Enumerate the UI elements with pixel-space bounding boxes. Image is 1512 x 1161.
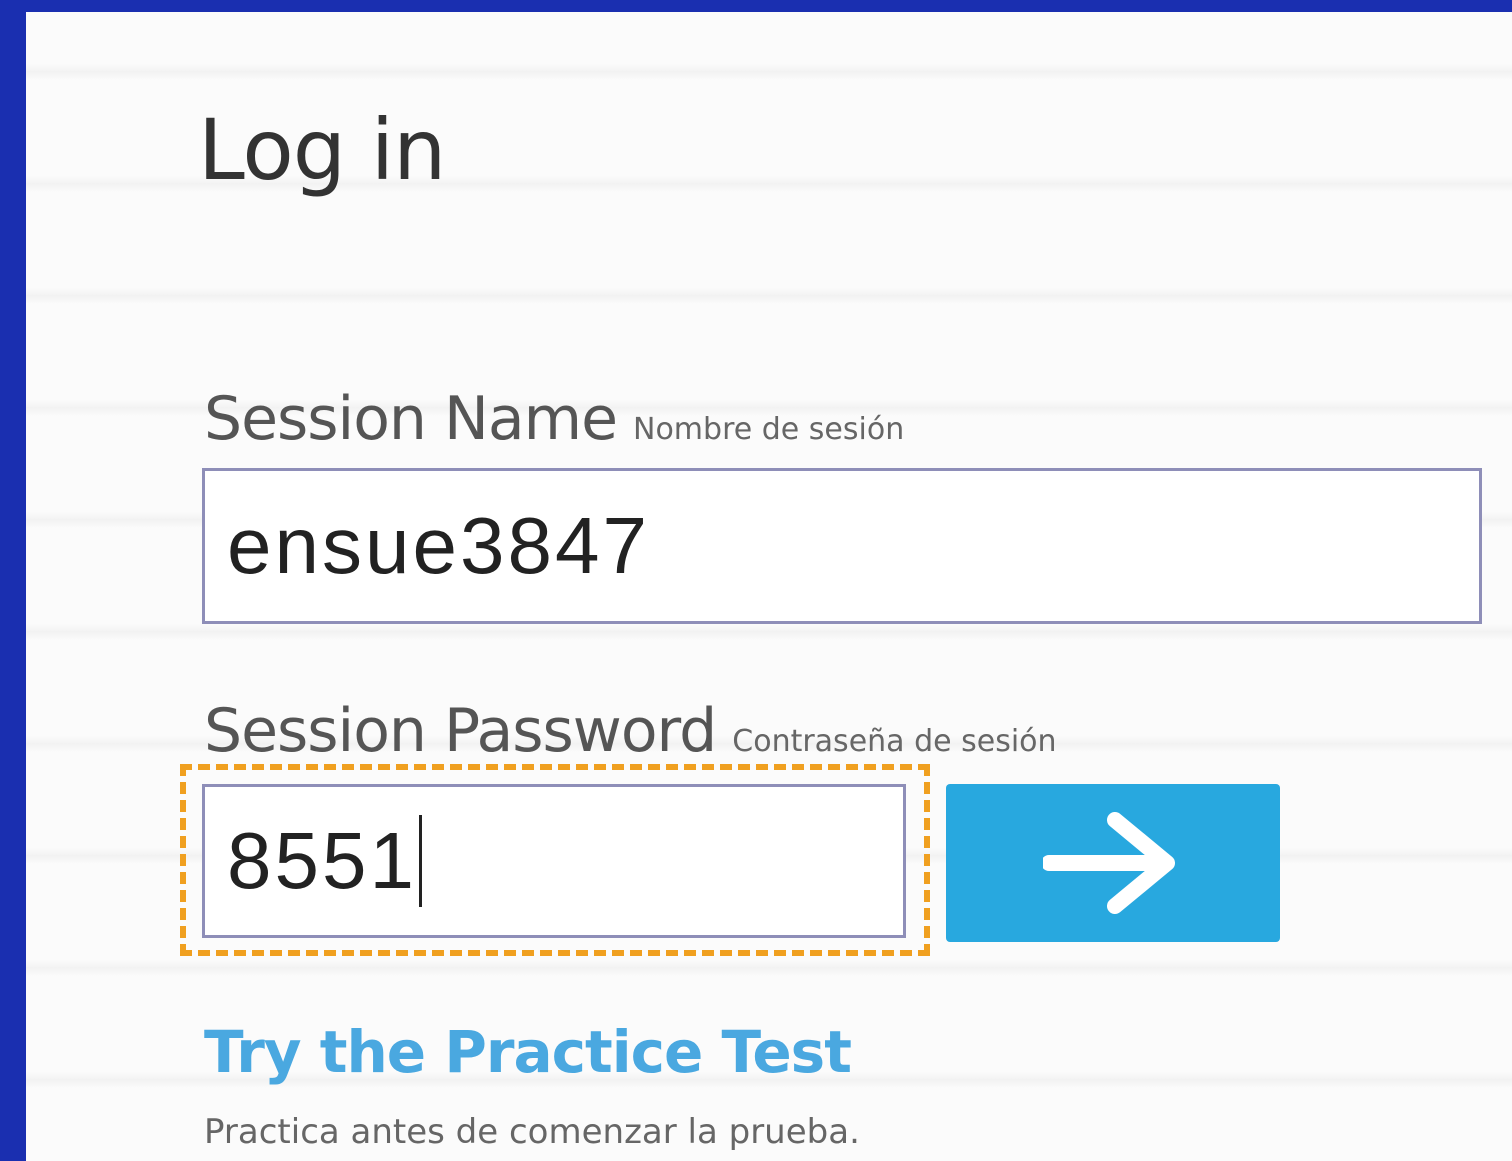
session-name-label: Session Name Nombre de sesión [204,384,904,454]
text-caret [418,815,422,907]
practice-test-link[interactable]: Try the Practice Test [204,1018,852,1086]
session-name-label-text: Session Name [204,384,618,454]
arrow-right-icon [1043,812,1175,914]
session-password-label-es: Contraseña de sesión [732,724,1057,759]
page-title: Log in [198,101,446,199]
session-password-value: 8551 [227,816,417,905]
session-name-value: ensue3847 [227,501,650,590]
session-name-label-es: Nombre de sesión [633,412,905,447]
session-password-label: Session Password Contraseña de sesión [204,696,1057,766]
session-password-input[interactable]: 8551 [202,784,906,938]
login-panel: Log in Session Name Nombre de sesión ensu… [26,12,1512,1161]
sign-in-button[interactable] [946,784,1280,942]
practice-test-note: Practica antes de comenzar la prueba. [204,1112,860,1152]
session-name-input[interactable]: ensue3847 [202,468,1482,624]
window-frame-top [0,0,1512,12]
session-password-label-text: Session Password [204,696,717,766]
window-frame-left [0,0,26,1161]
